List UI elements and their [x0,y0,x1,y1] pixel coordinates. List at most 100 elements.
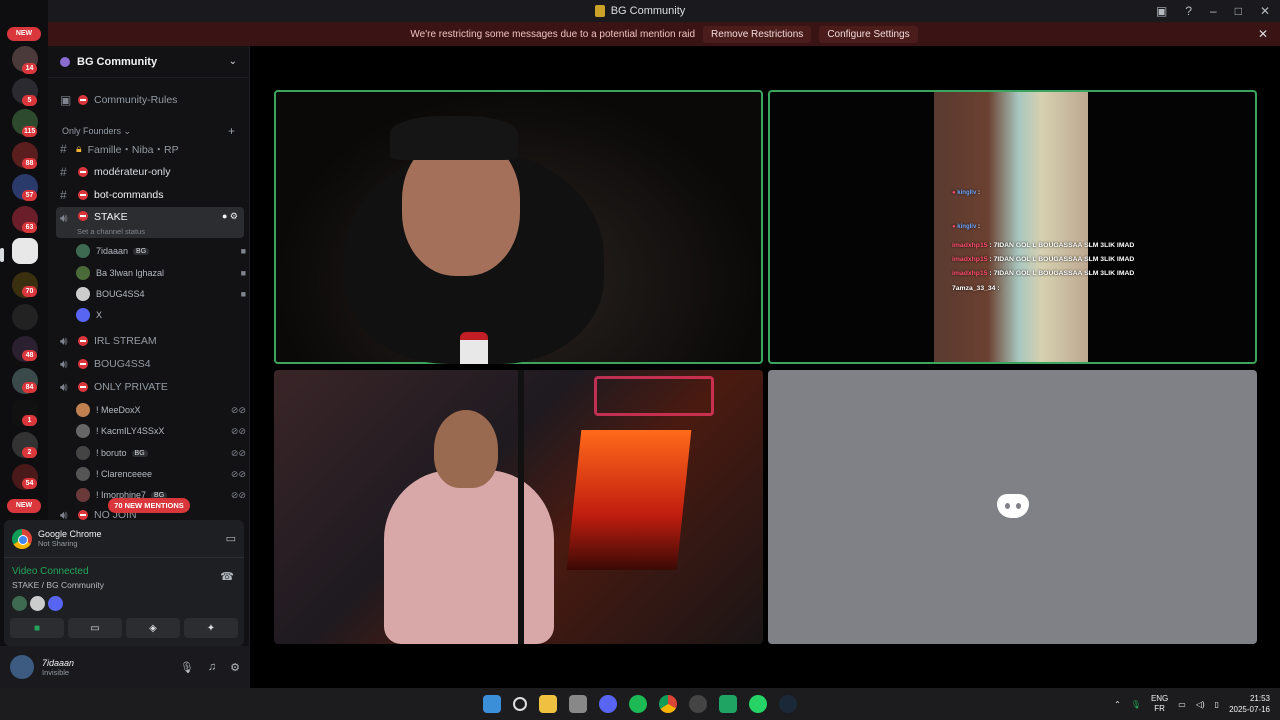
headphones-icon[interactable]: ♫ [208,661,216,674]
microphone-icon[interactable]: 🎙︎ [180,661,194,674]
server-badge: 54 [22,478,37,489]
maximize-button[interactable]: □ [1235,4,1242,18]
channel-famille[interactable]: # 🔒︎ Famille・Niba・RP [56,138,244,160]
volume-icon[interactable]: ◁) [1196,700,1205,709]
chat-username: imadxhp15 [952,242,988,249]
avatar [76,446,90,460]
chat-message: 7IDAN GOL L BOUGASSAA SLM 3LIK IMAD [993,256,1135,263]
voice-user[interactable]: ! MeeDoxX ⊘⊘ [76,400,246,420]
language-indicator[interactable]: ENG FR [1151,694,1168,714]
channel-label: BOUG4SS4 [94,358,151,370]
spotify-icon[interactable] [629,695,647,713]
system-tray: ⌃ 🎙︎ ENG FR ▭ ◁) ▯ 21:53 2025-07-16 [1114,688,1270,720]
category-only-founders[interactable]: Only Founders ⌄ [62,126,131,137]
user-name: ! KacmILY4SSxX [96,426,165,436]
participant-video [384,470,554,644]
channel-bot-commands[interactable]: # bot-commands [56,184,244,206]
channel-community-rules[interactable]: ▣ Community-Rules [56,89,244,111]
avatar [76,424,90,438]
whatsapp-icon[interactable] [749,695,767,713]
category-label: Only Founders [62,126,122,136]
voice-user[interactable]: BOUG4SS4 ■ [76,284,246,304]
chevron-up-icon[interactable]: ⌃ [1114,700,1121,709]
steam-icon[interactable] [779,695,797,713]
microphone-tray-icon[interactable]: 🎙︎ [1131,700,1141,709]
start-icon[interactable] [483,695,501,713]
store-icon[interactable] [569,695,587,713]
video-tile[interactable] [274,90,763,364]
remove-restrictions-button[interactable]: Remove Restrictions [703,25,812,43]
user-tag: BG [131,449,148,457]
app-icon[interactable] [689,695,707,713]
time: 21:53 [1249,694,1270,703]
gear-icon[interactable]: ⚙ [230,661,240,674]
new-pill[interactable]: NEW [7,499,41,513]
guild-icon [60,56,70,67]
user-name: Ba 3lwan lghazal [96,268,165,278]
voice-channel-only-private[interactable]: 🔊︎ ONLY PRIVATE [56,376,244,398]
new-mentions-pill[interactable]: 70 NEW MENTIONS [108,498,190,513]
video-tile[interactable] [274,370,763,644]
connection-status[interactable]: Video Connected [12,566,89,577]
avatar [76,287,90,301]
chat-message: 7IDAN GOL L BOUGASSAA SLM 3LIK IMAD [993,242,1135,249]
screen-share-button[interactable]: ▭ [68,618,122,638]
user-name: BOUG4SS4 [96,289,145,299]
camera-button[interactable]: ■ [10,618,64,638]
user-name: ! boruto [96,448,127,458]
minimize-button[interactable]: – [1210,4,1217,18]
video-tile[interactable]: ● kingliv : ● kingliv : imadxhp15 : 7IDA… [768,90,1257,364]
close-icon[interactable]: ✕ [1258,27,1268,41]
chat-username: 7amza_33_34 [952,285,996,292]
soundboard-button[interactable]: ✦ [184,618,238,638]
video-tile-placeholder[interactable] [768,370,1257,644]
channel-actions-icon[interactable]: ● ⚙ [222,211,238,222]
search-icon[interactable] [513,697,527,711]
avatar [76,403,90,417]
file-explorer-icon[interactable] [539,695,557,713]
user-name: ! Clarenceeee [96,469,153,479]
avatar[interactable] [10,655,34,679]
guild-header[interactable]: BG Community ⌄ [48,46,249,78]
muted-deafened-icon: ⊘⊘ [230,489,246,500]
server-icon-active[interactable] [12,238,38,264]
channel-moderateur-only[interactable]: # modérateur-only [56,161,244,183]
inbox-icon[interactable]: ▣ [1156,4,1167,18]
discord-logo-icon [997,494,1029,518]
add-channel-icon[interactable]: + [228,124,235,138]
battery-icon[interactable]: ▯ [1215,700,1219,709]
neon-sign [594,376,714,416]
lang-secondary: FR [1154,704,1165,713]
clock[interactable]: 21:53 2025-07-16 [1229,693,1270,715]
server-badge: 2 [22,447,37,458]
chevron-down-icon[interactable]: ⌄ [229,56,237,67]
server-icon[interactable] [12,304,38,330]
play-icon[interactable] [719,695,737,713]
voice-user[interactable]: ! KacmILY4SSxX ⊘⊘ [76,421,246,441]
lock-icon: 🔒︎ [76,142,82,155]
discord-taskbar-icon[interactable] [599,695,617,713]
voice-channel-boug4ss4[interactable]: 🔊︎ BOUG4SS4 [56,353,244,375]
new-pill[interactable]: NEW [7,27,41,41]
voice-user[interactable]: 7idaaan BG ■ [76,241,246,261]
configure-settings-button[interactable]: Configure Settings [819,25,918,43]
disconnect-icon[interactable]: ☎ [220,570,234,583]
voice-user[interactable]: Ba 3lwan lghazal ■ [76,263,246,283]
network-icon[interactable]: ▭ [1178,700,1186,709]
connection-location[interactable]: STAKE / BG Community [12,580,104,590]
share-screen-icon[interactable]: ▭ [226,532,236,545]
channel-status[interactable]: Set a channel status [77,227,145,236]
active-indicator [0,248,4,262]
close-window-button[interactable]: ✕ [1260,4,1270,18]
voice-user[interactable]: ! Clarenceeee ⊘⊘ [76,464,246,484]
activities-button[interactable]: ◈ [126,618,180,638]
chrome-icon [12,528,32,549]
voice-channel-irl-stream[interactable]: 🔊︎ IRL STREAM [56,330,244,352]
voice-user[interactable]: ! boruto BG ⊘⊘ [76,443,246,463]
server-badge: 115 [22,126,38,137]
chrome-taskbar-icon[interactable] [659,695,677,713]
muted-deafened-icon: ⊘⊘ [230,404,246,415]
chat-username: kingliv [957,224,977,230]
help-icon[interactable]: ? [1185,4,1192,18]
voice-user[interactable]: X [76,305,246,325]
